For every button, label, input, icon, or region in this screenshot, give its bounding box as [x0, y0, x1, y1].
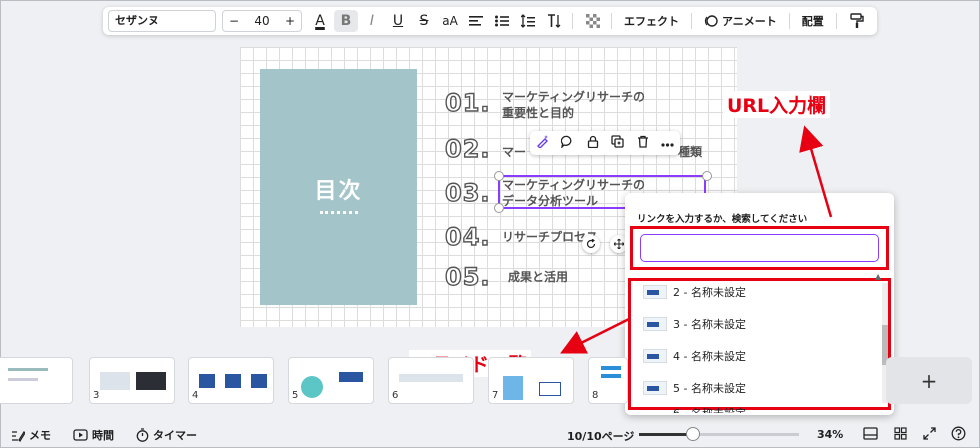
grid-view-button[interactable] [894, 427, 907, 443]
slide-thumbnail-5[interactable]: 5 [288, 357, 374, 404]
slide-thumbnail-2[interactable] [0, 357, 73, 404]
arrow-to-url-field [799, 125, 833, 218]
page-indicator[interactable]: 10/10ページ [567, 428, 634, 444]
help-icon [951, 426, 966, 441]
notes-button[interactable]: メモ [11, 427, 51, 443]
slide-thumbnail-8[interactable]: 8 [588, 357, 628, 404]
slide-thumbnail-4[interactable]: 4 [188, 357, 274, 404]
slide-thumbnail-3[interactable]: 3 [89, 357, 175, 404]
bottom-bar: メモ 時間 タイマー 10/10ページ 34% [1, 423, 980, 447]
arrow-to-slide-list [560, 317, 630, 354]
thumbnail-number: 4 [192, 390, 199, 401]
notes-view-icon [863, 427, 878, 440]
duration-button[interactable]: 時間 [73, 427, 114, 443]
slide-thumbnail-7[interactable]: 7 [488, 357, 574, 404]
zoom-slider-fill [639, 433, 693, 436]
timer-label: タイマー [153, 429, 197, 442]
thumbnail-number: 7 [492, 390, 499, 401]
expand-icon [923, 427, 936, 440]
thumbnail-number: 5 [292, 390, 299, 401]
grid-icon [894, 427, 907, 440]
timer-button[interactable]: タイマー [136, 427, 197, 443]
zoom-slider[interactable] [639, 427, 799, 441]
thumbnail-number: 6 [392, 390, 399, 401]
add-slide-button[interactable]: + [886, 357, 972, 404]
duration-label: 時間 [92, 429, 114, 442]
notes-label: メモ [29, 429, 51, 442]
zoom-slider-knob[interactable] [686, 427, 700, 441]
stopwatch-icon [136, 428, 149, 442]
notes-icon [12, 430, 25, 442]
zoom-level[interactable]: 34% [817, 428, 843, 441]
plus-icon: + [920, 368, 938, 393]
fullscreen-button[interactable] [923, 427, 936, 443]
notes-view-button[interactable] [863, 427, 878, 443]
play-box-icon [73, 429, 88, 441]
thumbnail-number: 3 [93, 390, 100, 401]
thumbnail-number: 8 [592, 390, 599, 401]
help-button[interactable] [951, 426, 966, 444]
slide-thumbnail-6[interactable]: 6 [388, 357, 474, 404]
